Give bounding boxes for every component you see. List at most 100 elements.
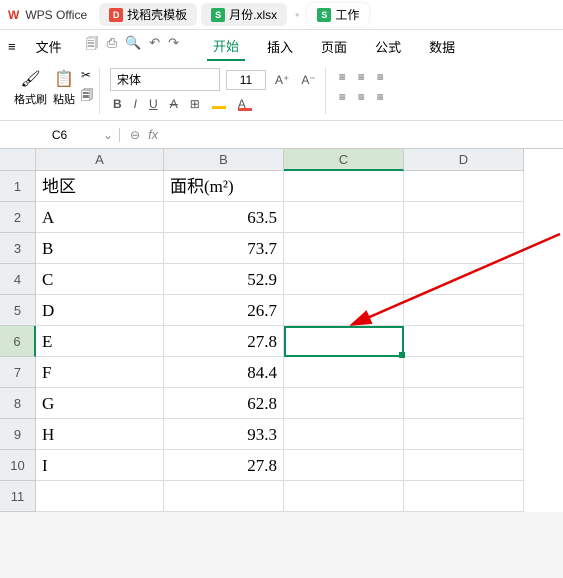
row-header[interactable]: 10	[0, 450, 36, 481]
cell[interactable]	[284, 450, 404, 481]
paste-button[interactable]: 📋 粘贴	[53, 69, 75, 107]
cell[interactable]	[404, 481, 524, 512]
tab-templates[interactable]: D 找稻壳模板	[99, 3, 197, 26]
format-painter-button[interactable]: 🖌 格式刷	[14, 69, 47, 107]
cell[interactable]: E	[36, 326, 164, 357]
strikethrough-button[interactable]: A	[167, 95, 181, 113]
cell[interactable]	[284, 171, 404, 202]
cell[interactable]	[284, 233, 404, 264]
fx-label[interactable]: fx	[148, 127, 158, 142]
tab-home[interactable]: 开始	[207, 32, 245, 61]
font-size-select[interactable]: 11	[226, 70, 266, 90]
column-header-c[interactable]: C	[284, 149, 404, 171]
cell[interactable]	[284, 419, 404, 450]
row-header[interactable]: 7	[0, 357, 36, 388]
bold-button[interactable]: B	[110, 95, 125, 113]
font-decrease-button[interactable]: A⁻	[298, 71, 318, 89]
print-icon[interactable]: ⎙	[107, 35, 117, 57]
cell[interactable]	[404, 419, 524, 450]
tab-insert[interactable]: 插入	[261, 33, 299, 60]
tab-page[interactable]: 页面	[315, 33, 353, 60]
cell[interactable]	[404, 326, 524, 357]
cell[interactable]: B	[36, 233, 164, 264]
cell[interactable]	[404, 233, 524, 264]
spreadsheet-grid[interactable]: A B C D 1 地区 面积(m²) 2 A 63.5 3 B 73.7 4 …	[0, 149, 563, 512]
column-header-d[interactable]: D	[404, 149, 524, 171]
cell[interactable]	[404, 388, 524, 419]
cell[interactable]: 62.8	[164, 388, 284, 419]
undo-icon[interactable]: ↶	[149, 35, 160, 57]
italic-button[interactable]: I	[131, 95, 140, 113]
cell[interactable]	[404, 202, 524, 233]
cell[interactable]	[404, 450, 524, 481]
row-header[interactable]: 2	[0, 202, 36, 233]
row-header[interactable]: 8	[0, 388, 36, 419]
cell[interactable]: F	[36, 357, 164, 388]
cell[interactable]	[284, 264, 404, 295]
cell[interactable]	[284, 481, 404, 512]
fill-color-button[interactable]	[209, 93, 229, 114]
row-header[interactable]: 1	[0, 171, 36, 202]
cell[interactable]	[284, 357, 404, 388]
copy-icon[interactable]: 🗐	[81, 86, 93, 107]
tab-formula[interactable]: 公式	[369, 33, 407, 60]
cell[interactable]: 84.4	[164, 357, 284, 388]
cell[interactable]	[284, 388, 404, 419]
align-top-button[interactable]: ≡	[336, 68, 349, 86]
cell[interactable]: C	[36, 264, 164, 295]
underline-button[interactable]: U	[146, 95, 161, 113]
redo-icon[interactable]: ↷	[168, 35, 179, 57]
row-header[interactable]: 3	[0, 233, 36, 264]
font-increase-button[interactable]: A⁺	[272, 71, 292, 89]
border-button[interactable]: ⊞	[187, 95, 203, 113]
cell[interactable]: 26.7	[164, 295, 284, 326]
tab-data[interactable]: 数据	[423, 33, 461, 60]
column-header-a[interactable]: A	[36, 149, 164, 171]
tab-workbook-1[interactable]: S 月份.xlsx	[201, 3, 287, 26]
cell[interactable]	[284, 295, 404, 326]
cell[interactable]: G	[36, 388, 164, 419]
row-header[interactable]: 4	[0, 264, 36, 295]
align-right-button[interactable]: ≡	[374, 88, 387, 106]
menu-icon[interactable]: ≡	[8, 39, 16, 54]
name-box[interactable]: C6	[0, 128, 120, 142]
cell[interactable]: D	[36, 295, 164, 326]
font-name-select[interactable]: 宋体	[110, 68, 220, 91]
align-middle-button[interactable]: ≡	[355, 68, 368, 86]
cell[interactable]	[404, 264, 524, 295]
cell[interactable]	[404, 171, 524, 202]
cell[interactable]	[284, 326, 404, 357]
cell[interactable]: H	[36, 419, 164, 450]
cell[interactable]: A	[36, 202, 164, 233]
align-center-button[interactable]: ≡	[355, 88, 368, 106]
cancel-icon[interactable]: ⊖	[130, 128, 140, 142]
save-icon[interactable]: 🗐	[86, 35, 99, 57]
align-left-button[interactable]: ≡	[336, 88, 349, 106]
cell[interactable]	[164, 481, 284, 512]
cell[interactable]	[284, 202, 404, 233]
cell[interactable]: 63.5	[164, 202, 284, 233]
row-header[interactable]: 6	[0, 326, 36, 357]
file-menu[interactable]: 文件	[36, 37, 62, 56]
cell[interactable]: 27.8	[164, 450, 284, 481]
cell[interactable]	[404, 295, 524, 326]
preview-icon[interactable]: 🔍	[125, 35, 141, 57]
cell[interactable]: 面积(m²)	[164, 171, 284, 202]
column-header-b[interactable]: B	[164, 149, 284, 171]
cut-icon[interactable]: ✂	[81, 68, 93, 82]
row-header[interactable]: 11	[0, 481, 36, 512]
row-header[interactable]: 9	[0, 419, 36, 450]
align-bottom-button[interactable]: ≡	[374, 68, 387, 86]
select-all-corner[interactable]	[0, 149, 36, 171]
cell[interactable]: 73.7	[164, 233, 284, 264]
cell[interactable]	[36, 481, 164, 512]
cell[interactable]: 27.8	[164, 326, 284, 357]
cell[interactable]: 地区	[36, 171, 164, 202]
cell[interactable]	[404, 357, 524, 388]
cell[interactable]: 93.3	[164, 419, 284, 450]
cell[interactable]: I	[36, 450, 164, 481]
font-color-button[interactable]: A	[235, 95, 255, 113]
tab-workbook-2[interactable]: S 工作	[307, 3, 369, 26]
cell[interactable]: 52.9	[164, 264, 284, 295]
row-header[interactable]: 5	[0, 295, 36, 326]
